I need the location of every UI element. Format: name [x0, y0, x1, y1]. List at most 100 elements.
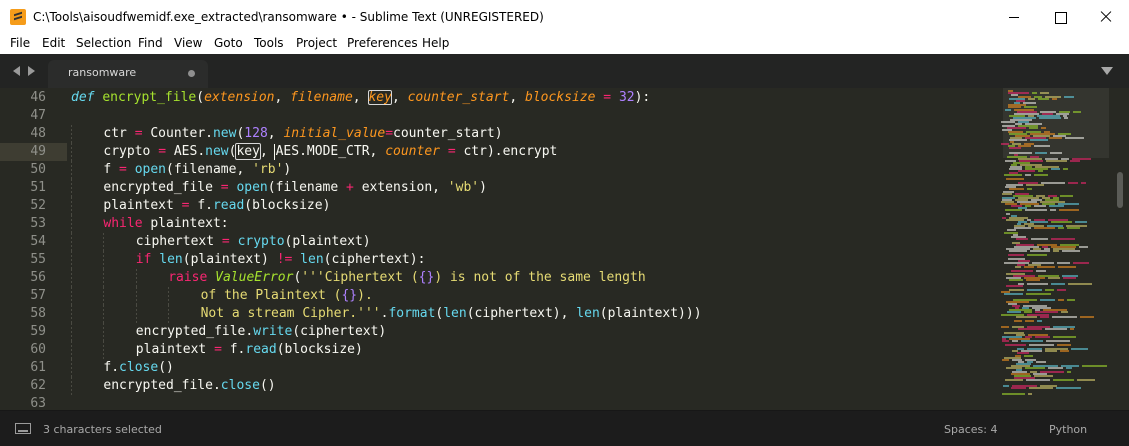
code-token: plaintext	[103, 198, 174, 213]
chevron-right-icon[interactable]	[28, 66, 35, 76]
minimap-line	[1009, 288, 1024, 291]
indent-guide	[71, 125, 72, 143]
code-token: ).	[357, 288, 373, 303]
minimap-line	[1057, 288, 1066, 291]
code-line[interactable]: 63	[0, 395, 1000, 410]
code-line[interactable]: 62 encrypted_file.close()	[0, 377, 1000, 395]
minimap-line	[1081, 182, 1086, 185]
syntax-status[interactable]: Python	[1049, 423, 1087, 436]
indentation-status[interactable]: Spaces: 4	[944, 423, 997, 436]
code-line[interactable]: 55 if len(plaintext) != len(ciphertext):	[0, 251, 1000, 269]
code-line[interactable]: 59 encrypted_file.write(ciphertext)	[0, 323, 1000, 341]
line-number: 62	[30, 378, 46, 393]
code-token: counter_start)	[393, 126, 503, 141]
minimap-line	[1001, 325, 1009, 328]
close-button[interactable]	[1083, 0, 1129, 34]
minimap-line	[1025, 174, 1031, 177]
chevron-down-icon[interactable]	[1101, 67, 1113, 75]
code-token: ()	[158, 360, 174, 375]
menu-view[interactable]: View	[174, 34, 202, 50]
code-line[interactable]: 57 of the Plaintext ({}).	[0, 287, 1000, 305]
code-line[interactable]: 46 def encrypt_file(extension, filename, …	[0, 89, 1000, 107]
code-text: Not a stream Cipher.'''.format(len(ciphe…	[201, 305, 702, 323]
indent-guide	[71, 215, 72, 233]
line-number: 51	[30, 180, 46, 195]
code-token: close	[220, 378, 260, 393]
minimap-line	[1025, 366, 1045, 369]
code-token: counter_start	[407, 90, 510, 105]
code-line[interactable]: 54 ciphertext = crypto(plaintext)	[0, 233, 1000, 251]
code-editor[interactable]: 46 def encrypt_file(extension, filename, …	[0, 88, 1129, 410]
code-token: if	[135, 252, 152, 267]
chevron-left-icon[interactable]	[13, 66, 20, 76]
minimap-line	[1034, 227, 1055, 230]
menu-help[interactable]: Help	[422, 34, 449, 50]
minimap-line	[1048, 366, 1063, 369]
menu-goto[interactable]: Goto	[214, 34, 243, 50]
code-line[interactable]: 47	[0, 107, 1000, 125]
minimap-line	[1029, 126, 1038, 129]
code-token: =	[447, 144, 456, 159]
indent-guide	[168, 305, 170, 323]
code-line[interactable]: 58 Not a stream Cipher.'''.format(len(cip…	[0, 305, 1000, 323]
menu-file[interactable]: File	[10, 34, 30, 50]
indent-guide	[71, 287, 72, 305]
menu-selection[interactable]: Selection	[76, 34, 131, 50]
menu-project[interactable]: Project	[296, 34, 337, 50]
minimap-line	[1037, 319, 1042, 322]
code-token: 'rb'	[252, 162, 284, 177]
indent-guide	[103, 287, 105, 305]
code-line[interactable]: 52 plaintext = f.read(blocksize)	[0, 197, 1000, 215]
console-icon[interactable]	[15, 423, 31, 434]
maximize-button[interactable]	[1037, 0, 1083, 34]
code-line[interactable]: 53 while plaintext:	[0, 215, 1000, 233]
minimap-line	[1050, 208, 1056, 211]
code-line[interactable]: 49 crypto = AES.new(key, AES.MODE_CTR, co…	[0, 143, 557, 161]
menu-bar: File Edit Selection Find View Goto Tools Projec…	[0, 34, 1129, 54]
code-text: encrypted_file = open(filename + extensi…	[103, 179, 487, 197]
code-token: =	[385, 126, 394, 141]
minimap-line	[1018, 327, 1042, 330]
code-line[interactable]: 50 f = open(filename, 'rb')	[0, 161, 1000, 179]
code-line[interactable]: 48 ctr = Counter.new(128, initial_value=c…	[0, 125, 1000, 143]
minimap-line	[1045, 327, 1067, 330]
code-token: crypto	[237, 234, 285, 249]
indent-guide	[71, 359, 72, 377]
code-token: {}	[341, 288, 358, 303]
code-token: Not a stream Cipher.'''	[200, 306, 381, 321]
minimap-line	[1006, 284, 1023, 287]
code-line[interactable]: 60 plaintext = f.read(blocksize)	[0, 341, 1000, 359]
minimap-line	[1027, 188, 1032, 191]
minimap-line	[1006, 178, 1024, 181]
menu-preferences[interactable]: Preferences	[347, 34, 418, 50]
scrollbar-thumb[interactable]	[1117, 172, 1123, 208]
minimap-line	[1014, 227, 1031, 230]
indent-guide	[71, 341, 72, 359]
code-token: ,	[352, 90, 369, 105]
minimap-line	[1070, 327, 1074, 330]
minimap-line	[1058, 266, 1076, 269]
code-line[interactable]: 51 encrypted_file = open(filename + exten…	[0, 179, 1000, 197]
code-token: (ciphertext):	[323, 252, 426, 267]
minimap-line	[1056, 387, 1081, 390]
menu-find[interactable]: Find	[138, 34, 163, 50]
code-text: f = open(filename, 'rb')	[103, 161, 291, 179]
line-number: 52	[30, 198, 46, 213]
menu-edit[interactable]: Edit	[42, 34, 65, 50]
tab-ransomware[interactable]: ransomware	[48, 60, 208, 88]
code-token: plaintext:	[142, 216, 229, 231]
dot-icon[interactable]	[188, 70, 195, 77]
code-line[interactable]: 56 raise ValueError('''Ciphertext ({}) is…	[0, 269, 1000, 287]
minimap-line	[1038, 170, 1043, 172]
minimap-line	[1048, 276, 1060, 279]
menu-tools[interactable]: Tools	[254, 34, 284, 50]
minimize-button[interactable]	[991, 0, 1037, 34]
code-line[interactable]: 61 f.close()	[0, 359, 1000, 377]
code-token: len	[300, 252, 324, 267]
minimap[interactable]	[1001, 88, 1113, 410]
vertical-scrollbar[interactable]	[1113, 88, 1129, 410]
minimap-line	[1035, 336, 1050, 339]
